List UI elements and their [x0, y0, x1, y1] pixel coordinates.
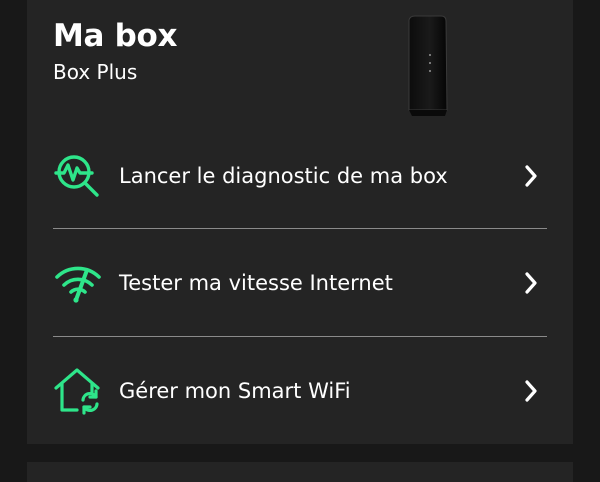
box-card: Ma box Box Plus Lancer le diagnostic de …: [27, 0, 573, 444]
menu-item-diagnostic[interactable]: Lancer le diagnostic de ma box: [53, 122, 547, 230]
chevron-right-icon: [521, 271, 541, 295]
home-sync-icon: [53, 366, 103, 416]
card-title: Ma box: [53, 18, 178, 54]
chevron-right-icon: [521, 379, 541, 403]
menu-label-diagnostic: Lancer le diagnostic de ma box: [119, 164, 448, 188]
menu-item-speed-test[interactable]: Tester ma vitesse Internet: [53, 229, 547, 337]
diagnostic-magnifier-icon: [53, 151, 103, 201]
card-subtitle: Box Plus: [53, 60, 138, 84]
box-device-icon: [408, 15, 448, 116]
menu-label-speed-test: Tester ma vitesse Internet: [119, 271, 393, 295]
menu-item-smart-wifi[interactable]: Gérer mon Smart WiFi: [53, 337, 547, 445]
wifi-speed-icon: [53, 258, 103, 308]
next-card: [27, 462, 573, 482]
menu-label-smart-wifi: Gérer mon Smart WiFi: [119, 379, 351, 403]
chevron-right-icon: [521, 164, 541, 188]
